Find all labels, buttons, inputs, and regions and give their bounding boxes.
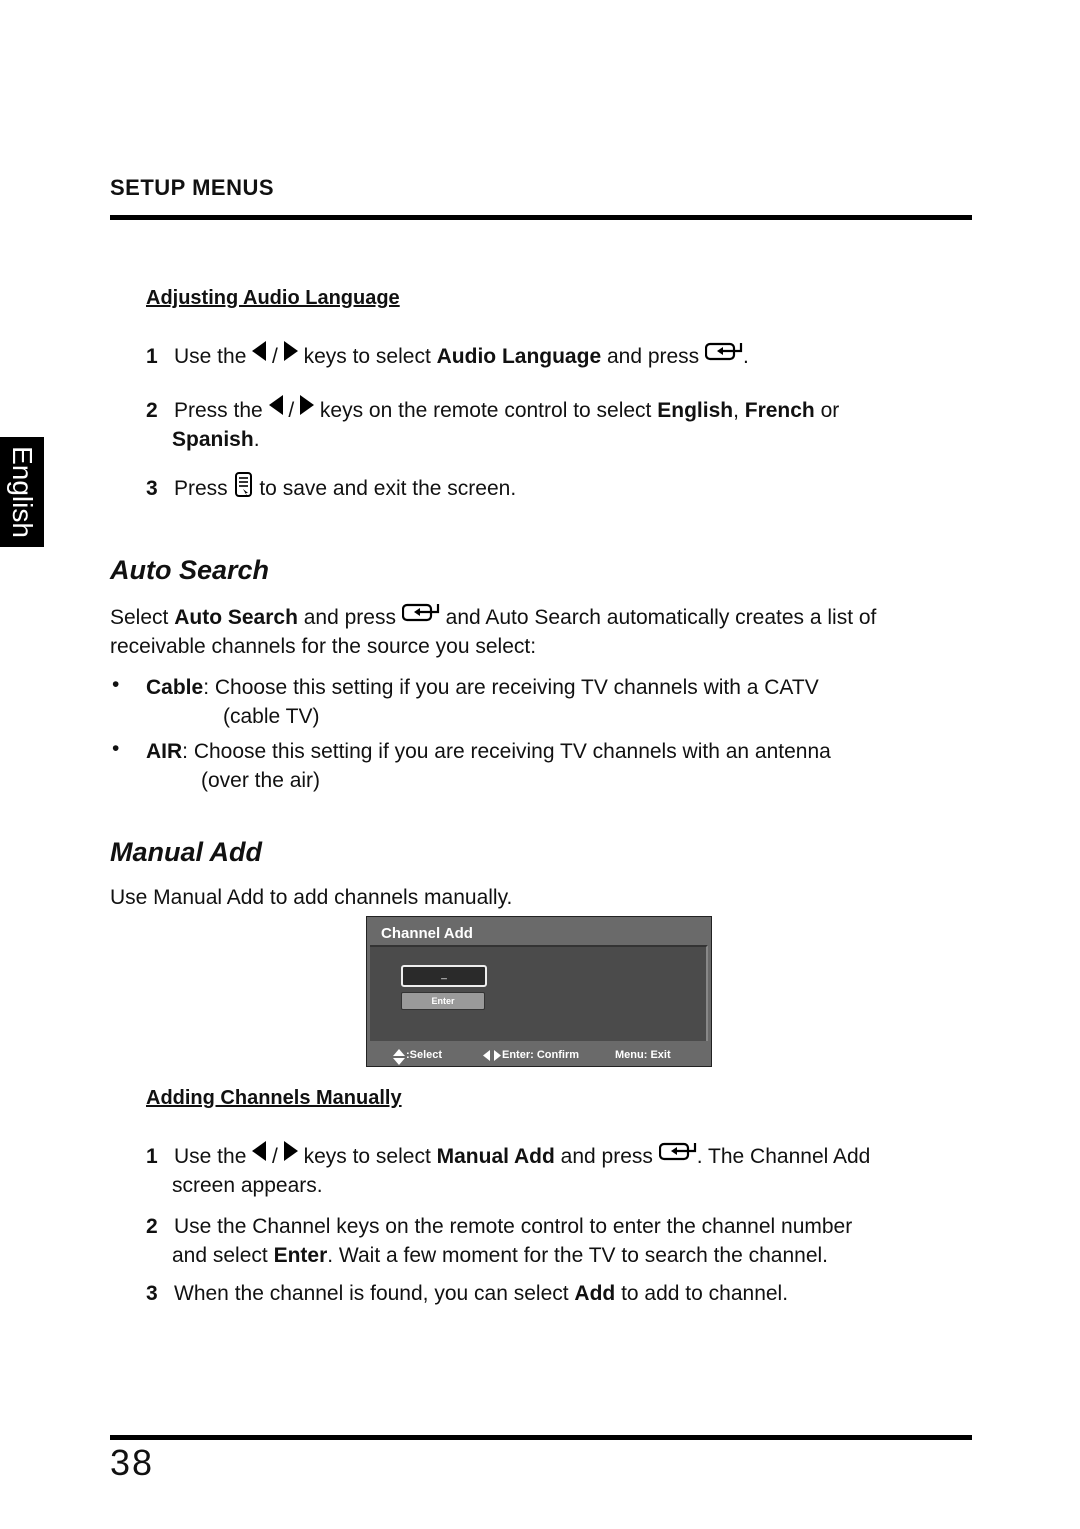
step-text: keys on the remote control to select <box>314 399 658 422</box>
step-text: . The Channel Add <box>696 1145 871 1168</box>
step-text: Press the <box>174 399 269 422</box>
step-text: and press <box>601 345 706 368</box>
slash-text: / <box>266 1145 284 1168</box>
manual-step-3: 3 When the channel is found, you can sele… <box>146 1279 976 1308</box>
osd-body: _ Enter <box>370 945 708 1041</box>
footer-divider <box>110 1435 972 1440</box>
step-text: screen appears. <box>172 1174 323 1197</box>
step-bold: Spanish <box>172 428 254 451</box>
step-text: to save and exit the screen. <box>253 477 517 500</box>
para-text: receivable channels for the source you s… <box>110 635 537 658</box>
bullet-bold: AIR <box>146 740 183 763</box>
step-text: When the channel is found, you can selec… <box>174 1282 575 1305</box>
step-number: 2 <box>146 1215 158 1238</box>
cable-bullet: Cable: Choose this setting if you are re… <box>146 673 976 731</box>
step-number: 3 <box>146 477 158 500</box>
manual-add-intro: Use Manual Add to add channels manually. <box>110 886 513 909</box>
bullet-text: (over the air) <box>201 769 321 792</box>
step-text: . <box>253 428 260 451</box>
manual-add-heading: Manual Add <box>110 837 262 867</box>
step-text: , <box>733 399 745 422</box>
step-text: . Wait a few moment for the TV to search… <box>327 1244 829 1267</box>
para-text: and Auto Search automatically creates a … <box>439 606 877 629</box>
step-number: 3 <box>146 1282 158 1305</box>
audio-language-subheading: Adjusting Audio Language <box>146 287 400 309</box>
step-text: Use the <box>174 345 253 368</box>
step-text: Use the Channel keys on the remote contr… <box>174 1215 853 1238</box>
para-bold: Auto Search <box>174 606 298 629</box>
left-arrow-icon <box>252 1141 267 1161</box>
bullet-bold: Cable <box>146 676 204 699</box>
step-number: 2 <box>146 399 158 422</box>
step-bold: English <box>657 399 734 422</box>
osd-title: Channel Add <box>381 925 473 942</box>
audio-step-3: 3 Press to save and exit the screen. <box>146 472 516 506</box>
up-down-arrow-icon <box>393 1049 405 1068</box>
left-arrow-icon <box>252 341 267 361</box>
step-text: and select <box>172 1244 274 1267</box>
step-bold: French <box>744 399 815 422</box>
step-text: to add to channel. <box>615 1282 789 1305</box>
step-bold: Add <box>574 1282 616 1305</box>
footer-select-label: :Select <box>406 1049 443 1061</box>
channel-add-osd: Channel Add _ Enter :Select Enter: Confi… <box>366 916 712 1067</box>
slash-text: / <box>266 345 284 368</box>
auto-search-heading: Auto Search <box>110 555 270 585</box>
enter-key-icon <box>658 1140 697 1169</box>
side-tab-label: English <box>7 446 38 538</box>
left-right-arrow-icon <box>483 1050 501 1064</box>
bullet-marker: • <box>112 737 120 760</box>
osd-footer: :Select Enter: Confirm Menu: Exit <box>367 1045 711 1065</box>
manual-step-1: 1 Use the / keys to select Manual Add and… <box>146 1140 976 1200</box>
enter-key-icon <box>704 340 743 369</box>
step-text: Press <box>174 477 234 500</box>
step-number: 1 <box>146 345 158 368</box>
section-title: SETUP MENUS <box>110 175 275 200</box>
right-arrow-icon <box>283 1141 298 1161</box>
audio-step-1: 1 Use the / keys to select Audio Language… <box>146 340 749 371</box>
bullet-text: : Choose this setting if you are receivi… <box>182 740 831 763</box>
air-bullet: AIR: Choose this setting if you are rece… <box>146 737 976 795</box>
step-text: Use the <box>174 1145 253 1168</box>
enter-button[interactable]: Enter <box>401 992 485 1010</box>
footer-exit-label: Menu: Exit <box>615 1049 671 1061</box>
header-divider <box>110 215 972 220</box>
adding-channels-subheading: Adding Channels Manually <box>146 1087 402 1109</box>
audio-step-2: 2 Press the / keys on the remote control … <box>146 395 976 454</box>
para-text: Select <box>110 606 175 629</box>
para-text: and press <box>297 606 402 629</box>
slash-text: / <box>282 399 301 422</box>
manual-step-2: 2 Use the Channel keys on the remote cont… <box>146 1212 986 1270</box>
step-text: or <box>814 399 840 422</box>
step-text: keys to select <box>297 1145 437 1168</box>
right-arrow-icon <box>283 341 298 361</box>
bullet-marker: • <box>112 673 120 696</box>
step-text: and press <box>554 1145 659 1168</box>
auto-search-description: Select Auto Search and press and Auto Se… <box>110 601 980 661</box>
step-bold: Enter <box>273 1244 328 1267</box>
step-bold: Manual Add <box>436 1145 555 1168</box>
page-number: 38 <box>110 1442 155 1483</box>
channel-number-input[interactable]: _ <box>401 965 487 987</box>
step-text: . <box>743 345 749 368</box>
menu-key-icon <box>234 472 254 506</box>
bullet-text: (cable TV) <box>223 705 320 728</box>
right-arrow-icon <box>300 395 315 415</box>
step-bold: Audio Language <box>436 345 602 368</box>
step-number: 1 <box>146 1145 158 1168</box>
left-arrow-icon <box>268 395 283 415</box>
bullet-text: : Choose this setting if you are receivi… <box>203 676 819 699</box>
footer-confirm-label: Enter: Confirm <box>502 1049 579 1061</box>
step-text: keys to select <box>297 345 437 368</box>
enter-key-icon <box>401 601 440 630</box>
language-side-tab: English <box>0 437 44 547</box>
